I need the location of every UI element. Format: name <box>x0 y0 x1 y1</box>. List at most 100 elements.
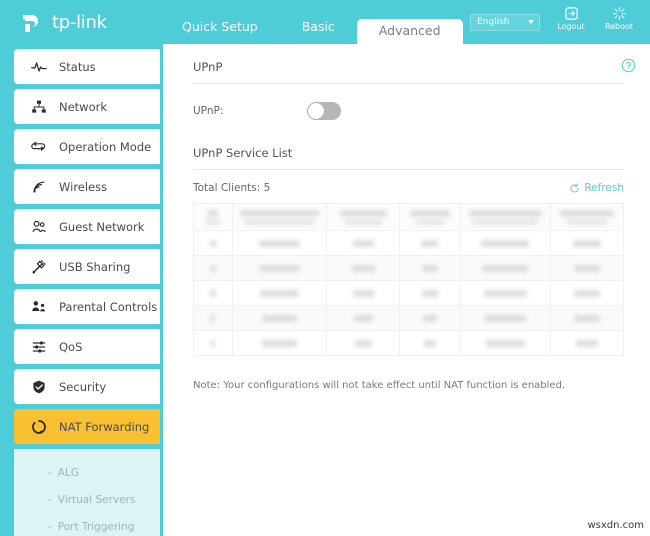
submenu-dash: - <box>48 493 52 506</box>
redacted-text <box>207 209 218 217</box>
table-row <box>193 280 625 306</box>
redacted-text <box>573 264 601 272</box>
network-tree-icon <box>30 98 48 116</box>
reboot-button[interactable]: Reboot <box>602 6 636 31</box>
tab-basic[interactable]: Basic <box>280 20 357 45</box>
redacted-text <box>416 218 444 225</box>
help-circle-icon[interactable] <box>621 58 636 77</box>
sidebar-label: Operation Mode <box>59 139 152 154</box>
table-cell <box>193 305 233 331</box>
table-cell <box>399 230 461 256</box>
logout-icon <box>564 7 578 20</box>
redacted-text <box>354 339 372 347</box>
service-list-title: UPnP Service List <box>193 146 624 170</box>
sidebar-item-security[interactable]: Security <box>14 369 160 404</box>
table-cell <box>231 255 328 281</box>
sidebar-item-parental-controls[interactable]: Parental Controls <box>14 289 160 324</box>
refresh-button[interactable]: Refresh <box>569 182 624 194</box>
refresh-label: Refresh <box>584 182 624 194</box>
language-select[interactable]: English <box>470 14 540 31</box>
brand-logo: tp-link <box>22 8 107 36</box>
sidebar-item-operation-mode[interactable]: Operation Mode <box>14 129 160 164</box>
redacted-text <box>243 218 316 225</box>
redacted-text <box>481 239 530 247</box>
redacted-text <box>353 314 373 322</box>
redacted-text <box>209 264 217 272</box>
redacted-text <box>259 289 300 297</box>
sidebar-item-network[interactable]: Network <box>14 89 160 124</box>
sidebar-item-usb-sharing[interactable]: USB Sharing <box>14 249 160 284</box>
table-header-cell <box>549 203 625 231</box>
redacted-text <box>484 314 527 322</box>
table-cell <box>549 280 625 306</box>
parental-controls-icon <box>30 298 48 316</box>
table-cell <box>459 230 551 256</box>
table-cell <box>231 230 328 256</box>
table-cell <box>549 255 625 281</box>
total-clients-label: Total Clients: 5 <box>193 182 271 194</box>
submenu-item-virtual-servers[interactable]: - Virtual Servers <box>14 486 160 513</box>
table-cell <box>231 280 328 306</box>
table-cell <box>399 280 461 306</box>
shield-icon <box>30 378 48 396</box>
upnp-field-label: UPnP: <box>193 105 224 117</box>
sidebar-nav: Status Network Operation Mode Wireless G… <box>0 44 160 536</box>
redacted-text <box>485 339 525 347</box>
redacted-text <box>352 239 375 247</box>
redacted-text <box>574 289 600 297</box>
logout-button[interactable]: Logout <box>554 6 588 31</box>
redacted-text <box>421 264 438 272</box>
guest-users-icon <box>30 218 48 236</box>
main-content-panel: UPnP UPnP: UPnP Service List Total Clien… <box>160 44 650 536</box>
main-tabs: Quick Setup Basic Advanced <box>160 0 463 44</box>
top-header-bar: tp-link Quick Setup Basic Advanced Engli… <box>0 0 650 44</box>
sidebar-label: Security <box>59 379 107 394</box>
upnp-toggle-row: UPnP: <box>193 101 624 121</box>
redacted-text <box>210 314 216 322</box>
chevron-down-icon <box>528 20 534 24</box>
submenu-label: Virtual Servers <box>57 493 136 506</box>
submenu-item-alg[interactable]: - ALG <box>14 459 160 486</box>
submenu-label: Port Triggering <box>57 520 135 533</box>
upnp-toggle-switch[interactable] <box>307 102 341 120</box>
redacted-text <box>422 289 438 297</box>
watermark: wsxdn.com <box>587 520 644 531</box>
table-cell <box>399 305 461 331</box>
sidebar-submenu-nat-forwarding: - ALG - Virtual Servers - Port Triggerin… <box>14 449 160 536</box>
table-cell <box>326 305 401 331</box>
table-cell <box>459 305 551 331</box>
sidebar-item-qos[interactable]: QoS <box>14 329 160 364</box>
nat-note: Note: Your configurations will not take … <box>193 380 566 391</box>
sidebar-item-nat-forwarding[interactable]: NAT Forwarding <box>14 409 160 444</box>
refresh-icon <box>570 182 579 193</box>
sidebar-item-status[interactable]: Status <box>14 49 160 84</box>
table-cell <box>326 230 401 256</box>
submenu-item-port-triggering[interactable]: - Port Triggering <box>14 513 160 536</box>
redacted-text <box>482 264 529 272</box>
table-cell <box>326 280 401 306</box>
qos-sliders-icon <box>30 338 48 356</box>
table-cell <box>549 230 625 256</box>
reboot-label: Reboot <box>604 22 634 31</box>
sidebar-item-guest-network[interactable]: Guest Network <box>14 209 160 244</box>
pulse-icon <box>30 58 48 76</box>
redacted-text <box>351 264 375 272</box>
table-cell <box>326 255 401 281</box>
table-header-cell <box>399 203 461 231</box>
sidebar-item-wireless[interactable]: Wireless <box>14 169 160 204</box>
redacted-text <box>573 239 601 247</box>
tab-advanced[interactable]: Advanced <box>356 19 463 44</box>
tp-link-logo-icon <box>23 15 38 32</box>
redacted-text <box>468 209 542 217</box>
table-header-cell <box>231 203 328 231</box>
redacted-text <box>576 339 598 347</box>
service-list-meta: Total Clients: 5 Refresh <box>193 182 624 194</box>
table-cell <box>399 255 461 281</box>
tab-quick-setup[interactable]: Quick Setup <box>160 20 280 45</box>
table-cell <box>193 280 233 306</box>
redacted-text <box>567 218 607 225</box>
redacted-text <box>559 209 614 217</box>
usb-plug-icon <box>30 258 48 276</box>
sidebar-label: Network <box>59 99 108 114</box>
redacted-text <box>339 209 387 217</box>
